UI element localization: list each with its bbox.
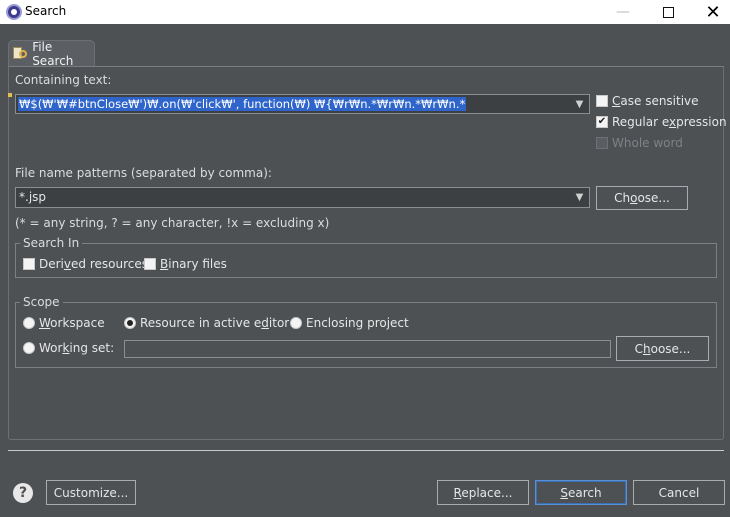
binary-files-checkbox[interactable]: Binary files xyxy=(144,257,227,271)
title-bar: Search — ✕ xyxy=(0,0,730,24)
whole-word-checkbox: Whole word xyxy=(596,136,683,150)
chevron-down-icon[interactable]: ▼ xyxy=(570,95,589,113)
tab-file-search[interactable]: File Search xyxy=(8,39,95,68)
tab-label: File Search xyxy=(32,39,74,68)
working-set-label: Working set: xyxy=(39,341,115,355)
cancel-button[interactable]: Cancel xyxy=(633,480,725,505)
enclosing-project-label: Enclosing project xyxy=(306,316,409,330)
checkbox-box[interactable] xyxy=(596,95,608,107)
radio-dot[interactable] xyxy=(23,342,35,354)
workspace-radio[interactable]: Workspace xyxy=(23,316,105,330)
search-label: Search xyxy=(560,485,602,500)
derived-resources-checkbox[interactable]: Derived resources xyxy=(23,257,148,271)
derived-resources-label: Derived resources xyxy=(39,257,148,271)
containing-text-value[interactable]: ₩$(₩'₩#btnClose₩')₩.on(₩'click₩', functi… xyxy=(18,97,467,111)
patterns-hint: (* = any string, ? = any character, !x =… xyxy=(15,216,330,230)
file-name-patterns-label: File name patterns (separated by comma): xyxy=(15,166,272,180)
customize-label: Customize... xyxy=(53,485,129,500)
scope-group xyxy=(15,302,717,368)
window-title: Search xyxy=(25,4,67,18)
case-sensitive-checkbox[interactable]: Case sensitive xyxy=(596,94,699,108)
file-search-icon xyxy=(13,46,28,61)
binary-files-label: Binary files xyxy=(160,257,227,271)
choose-working-set-button[interactable]: Choose... xyxy=(616,336,709,361)
working-set-radio[interactable]: Working set: xyxy=(23,341,114,355)
containing-text-label: Containing text: xyxy=(15,73,112,87)
enclosing-project-radio[interactable]: Enclosing project xyxy=(290,316,409,330)
active-editor-radio[interactable]: Resource in active editor xyxy=(124,316,289,330)
replace-label: Replace... xyxy=(453,485,513,500)
working-set-input[interactable] xyxy=(124,340,611,358)
active-editor-label: Resource in active editor xyxy=(140,316,290,330)
workspace-label: Workspace xyxy=(39,316,105,330)
file-name-patterns-value[interactable]: *.jsp xyxy=(19,189,46,205)
eclipse-app-icon xyxy=(6,4,22,20)
whole-word-label: Whole word xyxy=(612,136,683,150)
checkbox-box-checked[interactable]: ✔ xyxy=(596,116,608,128)
choose-patterns-button[interactable]: Choose... xyxy=(596,186,688,210)
search-button[interactable]: Search xyxy=(535,480,627,505)
choose-patterns-label: Choose... xyxy=(614,191,670,205)
case-sensitive-label: Case sensitive xyxy=(612,94,699,108)
scope-title: Scope xyxy=(20,295,63,309)
chevron-down-icon[interactable]: ▼ xyxy=(570,188,589,207)
checkbox-box[interactable] xyxy=(23,258,35,270)
minimize-button[interactable]: — xyxy=(600,0,646,24)
replace-button[interactable]: Replace... xyxy=(437,480,529,505)
content-assist-marker xyxy=(8,93,12,97)
radio-dot[interactable] xyxy=(23,317,35,329)
footer-separator xyxy=(8,450,724,451)
cancel-label: Cancel xyxy=(658,485,700,500)
customize-button[interactable]: Customize... xyxy=(46,480,136,505)
tab-strip: File Search xyxy=(8,38,724,68)
radio-dot-selected[interactable] xyxy=(124,317,136,329)
maximize-icon xyxy=(662,6,674,18)
regular-expression-label: Regular expression xyxy=(612,115,727,129)
maximize-button[interactable] xyxy=(645,0,691,24)
containing-text-combo[interactable]: ₩$(₩'₩#btnClose₩')₩.on(₩'click₩', functi… xyxy=(15,94,590,114)
file-name-patterns-combo[interactable]: *.jsp ▼ xyxy=(15,187,590,208)
regular-expression-checkbox[interactable]: ✔ Regular expression xyxy=(596,115,727,129)
checkbox-box-disabled xyxy=(596,137,608,149)
radio-dot[interactable] xyxy=(290,317,302,329)
help-icon[interactable]: ? xyxy=(13,483,33,503)
search-in-title: Search In xyxy=(20,236,83,250)
choose-working-set-label: Choose... xyxy=(634,341,691,356)
close-button[interactable]: ✕ xyxy=(690,0,730,24)
checkbox-box[interactable] xyxy=(144,258,156,270)
